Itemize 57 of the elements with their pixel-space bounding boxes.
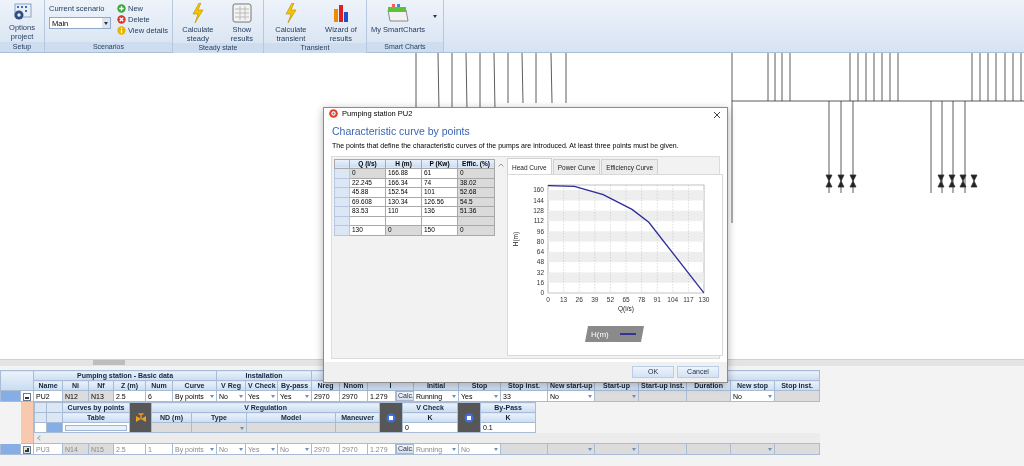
row-header[interactable] [334, 225, 350, 235]
dropdown-field[interactable] [191, 422, 247, 433]
lightning-icon [190, 3, 205, 23]
caret-icon [632, 395, 636, 398]
table-field[interactable] [65, 424, 127, 431]
caret-icon [452, 395, 456, 398]
row-header[interactable] [334, 206, 350, 216]
valve-icon [386, 412, 397, 423]
caret-icon [632, 448, 636, 451]
row-header[interactable] [334, 187, 350, 197]
box-icon [386, 3, 410, 23]
collapse-icon[interactable] [23, 392, 31, 401]
close-icon [713, 110, 721, 119]
caret-icon [768, 448, 772, 451]
table-icon [231, 3, 252, 23]
caret-icon [433, 15, 438, 18]
header-cell [46, 402, 63, 413]
dropdown-field[interactable] [594, 390, 639, 402]
caret-icon [452, 448, 456, 451]
gear-icon [12, 3, 32, 21]
row-header[interactable] [334, 178, 350, 188]
caret-icon [104, 21, 108, 25]
caret-icon [305, 448, 309, 451]
x-circle-icon [117, 15, 126, 24]
plus-circle-icon [117, 4, 126, 13]
caret-icon [305, 395, 309, 398]
caret-icon [210, 448, 214, 451]
caret-icon [239, 448, 243, 451]
caret-icon [768, 395, 772, 398]
caret-icon [494, 448, 498, 451]
caret-icon [271, 448, 275, 451]
valve-icon [134, 412, 147, 423]
dialog-heading: Characteristic curve by points [331, 124, 471, 140]
info-icon [117, 26, 126, 35]
splitter-handle[interactable] [93, 360, 125, 365]
chart-legend: H(m) [585, 326, 644, 343]
lightning-icon [283, 3, 298, 23]
row-header[interactable] [334, 216, 350, 226]
caret-icon [271, 395, 275, 398]
header-cell [334, 159, 350, 169]
header-cell [34, 412, 47, 423]
bar-chart-icon [332, 3, 349, 23]
row-header[interactable] [334, 197, 350, 207]
caret-icon [210, 395, 214, 398]
header-cell [46, 412, 63, 423]
caret-icon [494, 395, 498, 398]
row-header[interactable] [334, 168, 350, 178]
caret-icon [588, 395, 592, 398]
caret-icon [240, 427, 244, 430]
row-indicator[interactable] [46, 422, 63, 433]
legend-label: H(m) [591, 330, 610, 340]
caret-icon [588, 448, 592, 451]
row-header [34, 422, 47, 433]
horizontal-scrollbar[interactable] [34, 433, 820, 443]
header-cell [34, 402, 47, 413]
valve-icon [464, 412, 475, 423]
caret-icon [239, 395, 243, 398]
